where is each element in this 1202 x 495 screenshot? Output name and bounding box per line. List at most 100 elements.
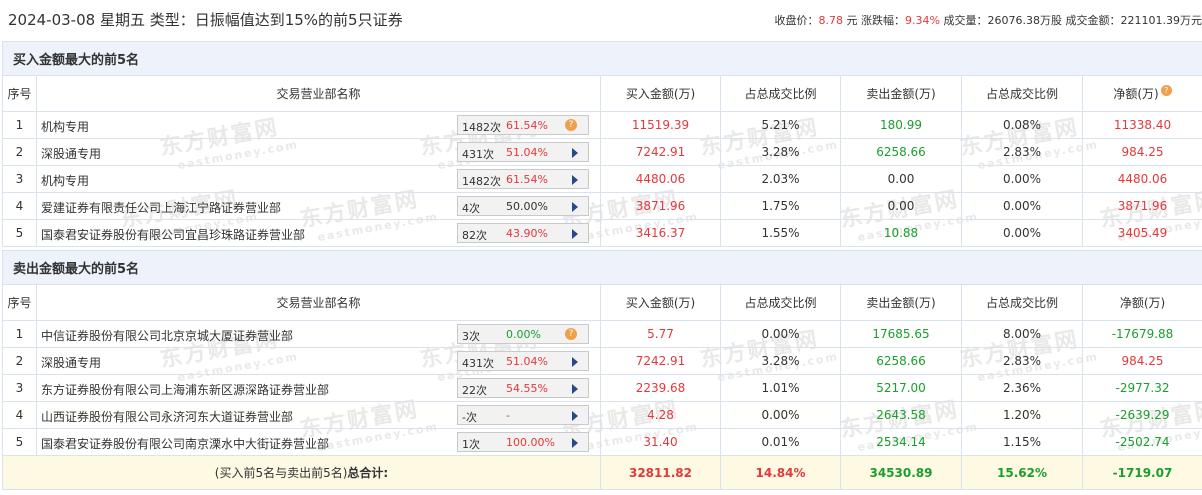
buy-ratio: 0.00% xyxy=(720,401,841,429)
col-sell: 卖出金额(万) xyxy=(840,284,962,321)
table-row: 3 机构专用 1482次 61.54% 4480.06 2.03% 0.00 0.00% 448… xyxy=(2,165,1202,193)
broker-name[interactable]: 中信证券股份有限公司北京京城大厦证券营业部 xyxy=(41,327,293,344)
buy-section-title: 买入金额最大的前5名 xyxy=(2,41,1202,76)
arrow-right-icon[interactable] xyxy=(572,438,578,448)
arrow-right-icon[interactable] xyxy=(572,384,578,394)
broker-name[interactable]: 爱建证券有限责任公司上海江宁路证券营业部 xyxy=(41,199,281,216)
broker-stats-badge[interactable]: 3次 0.00%? xyxy=(457,324,589,344)
page-header: 2024-03-08 星期五 类型：日振幅值达到15%的前5只证券 收盘价：8.… xyxy=(0,0,1202,38)
question-icon[interactable]: ? xyxy=(565,328,577,340)
buy-ratio: 0.00% xyxy=(720,320,841,348)
buy-ratio: 1.75% xyxy=(720,192,841,220)
broker-name[interactable]: 深股通专用 xyxy=(41,145,101,162)
broker-stats-badge[interactable]: 1482次 61.54%? xyxy=(457,115,589,135)
arrow-right-icon[interactable] xyxy=(572,229,578,239)
arrow-right-icon[interactable] xyxy=(572,202,578,212)
broker-count: 82次 xyxy=(462,229,487,242)
broker-win-rate: 43.90% xyxy=(506,227,548,240)
help-icon[interactable]: ? xyxy=(1160,85,1172,96)
broker-name[interactable]: 机构专用 xyxy=(41,118,89,135)
change-value: 9.34% xyxy=(905,14,940,27)
broker-cell: 机构专用 1482次 61.54%? xyxy=(36,111,601,139)
sell-ratio: 0.00% xyxy=(961,219,1083,247)
broker-cell: 爱建证券有限责任公司上海江宁路证券营业部 4次 50.00% xyxy=(36,192,601,220)
broker-cell: 山西证券股份有限公司永济河东大道证券营业部 -次 - xyxy=(36,401,601,429)
net-amount: 4480.06 xyxy=(1082,165,1202,193)
row-index: 5 xyxy=(2,428,37,456)
buy-amount: 3871.96 xyxy=(600,192,721,220)
broker-count: 1482次 xyxy=(462,175,501,188)
buy-amount: 3416.37 xyxy=(600,219,721,247)
broker-stats-badge[interactable]: 4次 50.00% xyxy=(457,196,589,216)
total-label: (买入前5名与卖出前5名)总合计: xyxy=(2,455,601,490)
broker-stats-badge[interactable]: 1482次 61.54% xyxy=(457,169,589,189)
buy-amount: 5.77 xyxy=(600,320,721,348)
col-sell-ratio: 占总成交比例 xyxy=(961,75,1083,112)
broker-win-rate: 0.00% xyxy=(506,328,541,341)
broker-stats-badge[interactable]: 22次 54.55% xyxy=(457,378,589,398)
sell-amount: 10.88 xyxy=(840,219,962,247)
col-net: 净额(万) xyxy=(1082,284,1202,321)
broker-count: 431次 xyxy=(462,148,494,161)
row-index: 2 xyxy=(2,347,37,375)
col-name: 交易营业部名称 xyxy=(36,284,601,321)
arrow-right-icon[interactable] xyxy=(572,148,578,158)
buy-ratio: 3.28% xyxy=(720,347,841,375)
sell-ratio: 2.83% xyxy=(961,347,1083,375)
row-index: 1 xyxy=(2,111,37,139)
broker-cell: 中信证券股份有限公司北京京城大厦证券营业部 3次 0.00%? xyxy=(36,320,601,348)
buy-table-header: 序号 交易营业部名称 买入金额(万) 占总成交比例 卖出金额(万) 占总成交比例… xyxy=(2,75,1202,112)
sell-amount: 17685.65 xyxy=(840,320,962,348)
broker-name[interactable]: 山西证券股份有限公司永济河东大道证券营业部 xyxy=(41,408,293,425)
table-row: 1 机构专用 1482次 61.54%? 11519.39 5.21% 180.99 0.08… xyxy=(2,111,1202,139)
sell-table: 卖出金额最大的前5名 序号 交易营业部名称 买入金额(万) 占总成交比例 卖出金… xyxy=(2,250,1202,490)
broker-stats-badge[interactable]: 431次 51.04% xyxy=(457,142,589,162)
broker-name[interactable]: 国泰君安证券股份有限公司南京溧水中大街证券营业部 xyxy=(41,435,329,452)
col-sell: 卖出金额(万) xyxy=(840,75,962,112)
broker-stats-badge[interactable]: 1次 100.00% xyxy=(457,432,589,452)
total-label-prefix: (买入前5名与卖出前5名) xyxy=(214,466,348,480)
buy-ratio: 5.21% xyxy=(720,111,841,139)
col-sell-ratio: 占总成交比例 xyxy=(961,284,1083,321)
sell-amount: 2643.58 xyxy=(840,401,962,429)
broker-stats-badge[interactable]: 82次 43.90% xyxy=(457,223,589,243)
broker-win-rate: 51.04% xyxy=(506,146,548,159)
question-icon[interactable]: ? xyxy=(565,119,577,131)
broker-stats-badge[interactable]: -次 - xyxy=(457,405,589,425)
sell-ratio: 2.83% xyxy=(961,138,1083,166)
arrow-right-icon[interactable] xyxy=(572,175,578,185)
net-amount: 3871.96 xyxy=(1082,192,1202,220)
arrow-right-icon[interactable] xyxy=(572,411,578,421)
row-index: 2 xyxy=(2,138,37,166)
col-net-label: 净额(万) xyxy=(1113,87,1159,101)
broker-win-rate: 54.55% xyxy=(506,382,548,395)
close-price-value: 8.78 xyxy=(818,14,844,27)
net-amount: 3405.49 xyxy=(1082,219,1202,247)
arrow-right-icon[interactable] xyxy=(572,357,578,367)
col-idx: 序号 xyxy=(2,284,37,321)
table-row: 3 东方证券股份有限公司上海浦东新区源深路证券营业部 22次 54.55% 2239.6… xyxy=(2,374,1202,402)
buy-amount: 31.40 xyxy=(600,428,721,456)
sell-amount: 0.00 xyxy=(840,192,962,220)
col-buy: 买入金额(万) xyxy=(600,284,721,321)
broker-name[interactable]: 国泰君安证券股份有限公司宜昌珍珠路证券营业部 xyxy=(41,226,305,243)
amount-label: 成交金额： xyxy=(1065,14,1121,27)
table-row: 5 国泰君安证券股份有限公司南京溧水中大街证券营业部 1次 100.00% 31.40 0… xyxy=(2,428,1202,456)
row-index: 1 xyxy=(2,320,37,348)
table-row: 4 山西证券股份有限公司永济河东大道证券营业部 -次 - 4.28 0.00% 2643.5… xyxy=(2,401,1202,429)
col-net: 净额(万)? xyxy=(1082,75,1202,112)
broker-stats-badge[interactable]: 431次 51.04% xyxy=(457,351,589,371)
buy-amount: 2239.68 xyxy=(600,374,721,402)
broker-name[interactable]: 东方证券股份有限公司上海浦东新区源深路证券营业部 xyxy=(41,381,329,398)
broker-name[interactable]: 机构专用 xyxy=(41,172,89,189)
page-title: 2024-03-08 星期五 类型：日振幅值达到15%的前5只证券 xyxy=(8,11,403,29)
broker-win-rate: 51.04% xyxy=(506,355,548,368)
broker-win-rate: 50.00% xyxy=(506,200,548,213)
buy-ratio: 3.28% xyxy=(720,138,841,166)
sell-ratio: 0.00% xyxy=(961,192,1083,220)
broker-name[interactable]: 深股通专用 xyxy=(41,354,101,371)
close-price-label: 收盘价： xyxy=(774,14,819,27)
row-index: 5 xyxy=(2,219,37,247)
table-row: 2 深股通专用 431次 51.04% 7242.91 3.28% 6258.66 2.83%… xyxy=(2,347,1202,375)
table-row: 5 国泰君安证券股份有限公司宜昌珍珠路证券营业部 82次 43.90% 3416.37 1… xyxy=(2,219,1202,247)
